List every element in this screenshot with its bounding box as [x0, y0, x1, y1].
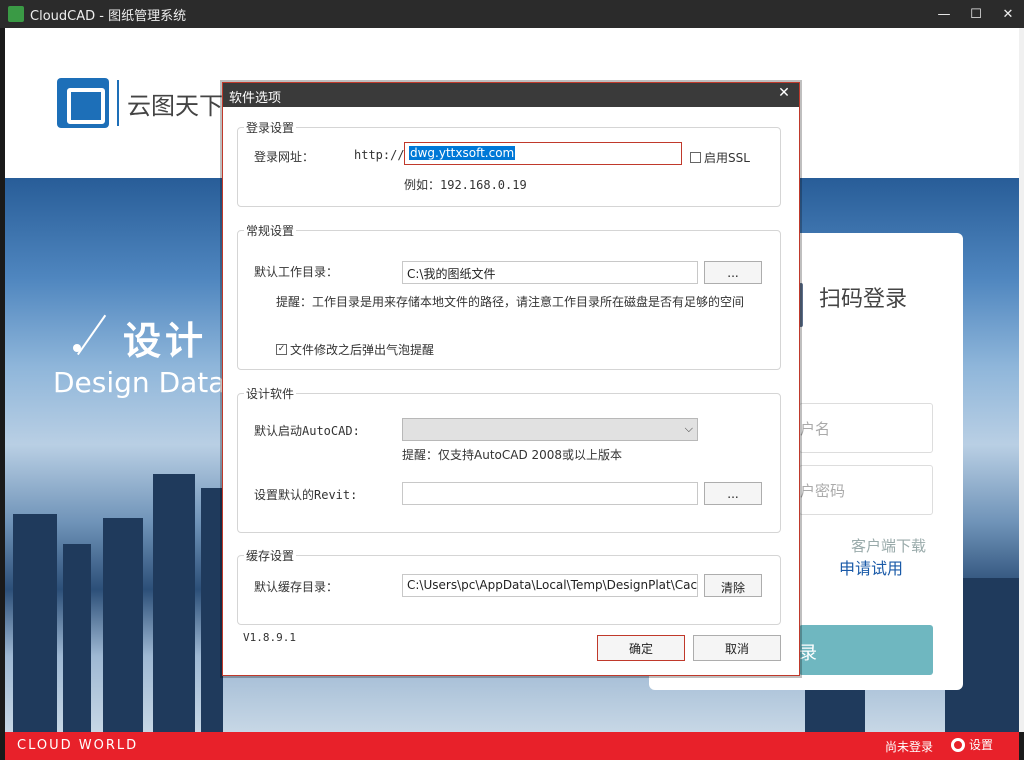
ssl-checkbox[interactable]: 启用SSL	[690, 149, 750, 166]
chevron-down-icon: ⌵	[685, 422, 693, 436]
autocad-select[interactable]: ⌵	[402, 418, 698, 441]
dialog-titlebar: 软件选项	[223, 83, 799, 107]
building-shape	[63, 544, 91, 732]
window-titlebar: CloudCAD - 图纸管理系统 — ☐ ✕	[0, 0, 1024, 28]
bubble-reminder-label: 文件修改之后弹出气泡提醒	[290, 341, 434, 358]
maximize-icon[interactable]: ☐	[960, 0, 992, 28]
dialog-body: 登录设置 登录网址： http:// dwg.yttxsoft.com 启用SS…	[223, 107, 799, 675]
group-label-general: 常规设置	[244, 222, 296, 239]
url-example: 例如：192.168.0.19	[404, 176, 527, 193]
version-label: V1.8.9.1	[243, 631, 296, 644]
client-download-link[interactable]: 客户端下载	[851, 535, 926, 556]
apply-trial-link[interactable]: 申请试用	[839, 555, 903, 579]
server-url-input[interactable]: dwg.yttxsoft.com	[404, 142, 682, 165]
revit-browse-button[interactable]: ...	[704, 482, 762, 505]
close-icon[interactable]: ✕	[992, 0, 1024, 28]
brand-name: 云图天下	[127, 86, 223, 121]
ssl-label: 启用SSL	[704, 149, 750, 166]
footer-brand: CLOUD WORLD	[17, 738, 138, 753]
workdir-input[interactable]: C:\我的图纸文件	[402, 261, 698, 284]
bubble-checkbox-box[interactable]: ✓	[276, 344, 287, 355]
settings-button[interactable]: 设置	[951, 736, 993, 753]
app-icon	[8, 6, 24, 22]
cache-path-input[interactable]: C:\Users\pc\AppData\Local\Temp\DesignPla…	[402, 574, 698, 597]
clear-cache-button[interactable]: 清除	[704, 574, 762, 597]
footer-bar: CLOUD WORLD 尚未登录 设置	[5, 732, 1019, 760]
building-shape	[153, 474, 195, 732]
building-shape	[13, 514, 57, 732]
autocad-hint: 提醒：仅支持AutoCAD 2008或以上版本	[402, 446, 622, 463]
group-design-software: 设计软件 默认启动AutoCAD: ⌵ 提醒：仅支持AutoCAD 2008或以…	[237, 393, 781, 533]
brand-divider	[117, 80, 119, 126]
hero-subtitle: Design Data	[53, 366, 225, 399]
hero-title: 设计	[123, 310, 207, 365]
cancel-button[interactable]: 取消	[693, 635, 781, 661]
url-label: 登录网址：	[254, 148, 314, 165]
dialog-close-icon[interactable]: ✕	[775, 85, 793, 101]
cloudworld-logo	[57, 78, 109, 128]
revit-label: 设置默认的Revit:	[254, 486, 357, 503]
options-dialog: 软件选项 ✕ 登录设置 登录网址： http:// dwg.yttxsoft.c…	[222, 82, 800, 676]
username-input[interactable]: 户名	[799, 403, 933, 453]
group-label-cache: 缓存设置	[244, 547, 296, 564]
building-shape	[103, 518, 143, 732]
login-button[interactable]: 录	[799, 625, 933, 675]
minimize-icon[interactable]: —	[928, 0, 960, 28]
tab-qr-login[interactable]: 扫码登录	[819, 281, 907, 313]
protocol-label: http://	[354, 148, 405, 162]
server-url-value: dwg.yttxsoft.com	[409, 146, 515, 160]
workdir-label: 默认工作目录：	[254, 263, 338, 280]
hero-dot-decoration	[73, 344, 81, 352]
gear-icon	[951, 738, 965, 752]
dialog-title: 软件选项	[229, 91, 281, 106]
group-login-settings: 登录设置 登录网址： http:// dwg.yttxsoft.com 启用SS…	[237, 127, 781, 207]
workdir-browse-button[interactable]: ...	[704, 261, 762, 284]
window-title: CloudCAD - 图纸管理系统	[30, 5, 186, 24]
building-shape	[201, 488, 223, 732]
group-label-design: 设计软件	[244, 385, 296, 402]
group-label-login: 登录设置	[244, 119, 296, 136]
group-general-settings: 常规设置 默认工作目录： C:\我的图纸文件 ... 提醒：工作目录是用来存储本…	[237, 230, 781, 370]
password-input[interactable]: 户密码	[799, 465, 933, 515]
autocad-label: 默认启动AutoCAD:	[254, 422, 360, 439]
login-status: 尚未登录	[885, 738, 933, 755]
window-controls: — ☐ ✕	[928, 0, 1024, 28]
ok-button[interactable]: 确定	[597, 635, 685, 661]
window-right-edge	[1019, 28, 1024, 732]
revit-path-input[interactable]	[402, 482, 698, 505]
settings-label: 设置	[969, 736, 993, 753]
cache-label: 默认缓存目录：	[254, 578, 338, 595]
ssl-checkbox-box[interactable]	[690, 152, 701, 163]
workdir-hint: 提醒：工作目录是用来存储本地文件的路径，请注意工作目录所在磁盘是否有足够的空间	[276, 293, 744, 310]
bubble-reminder-checkbox[interactable]: ✓ 文件修改之后弹出气泡提醒	[276, 341, 434, 358]
group-cache-settings: 缓存设置 默认缓存目录： C:\Users\pc\AppData\Local\T…	[237, 555, 781, 625]
